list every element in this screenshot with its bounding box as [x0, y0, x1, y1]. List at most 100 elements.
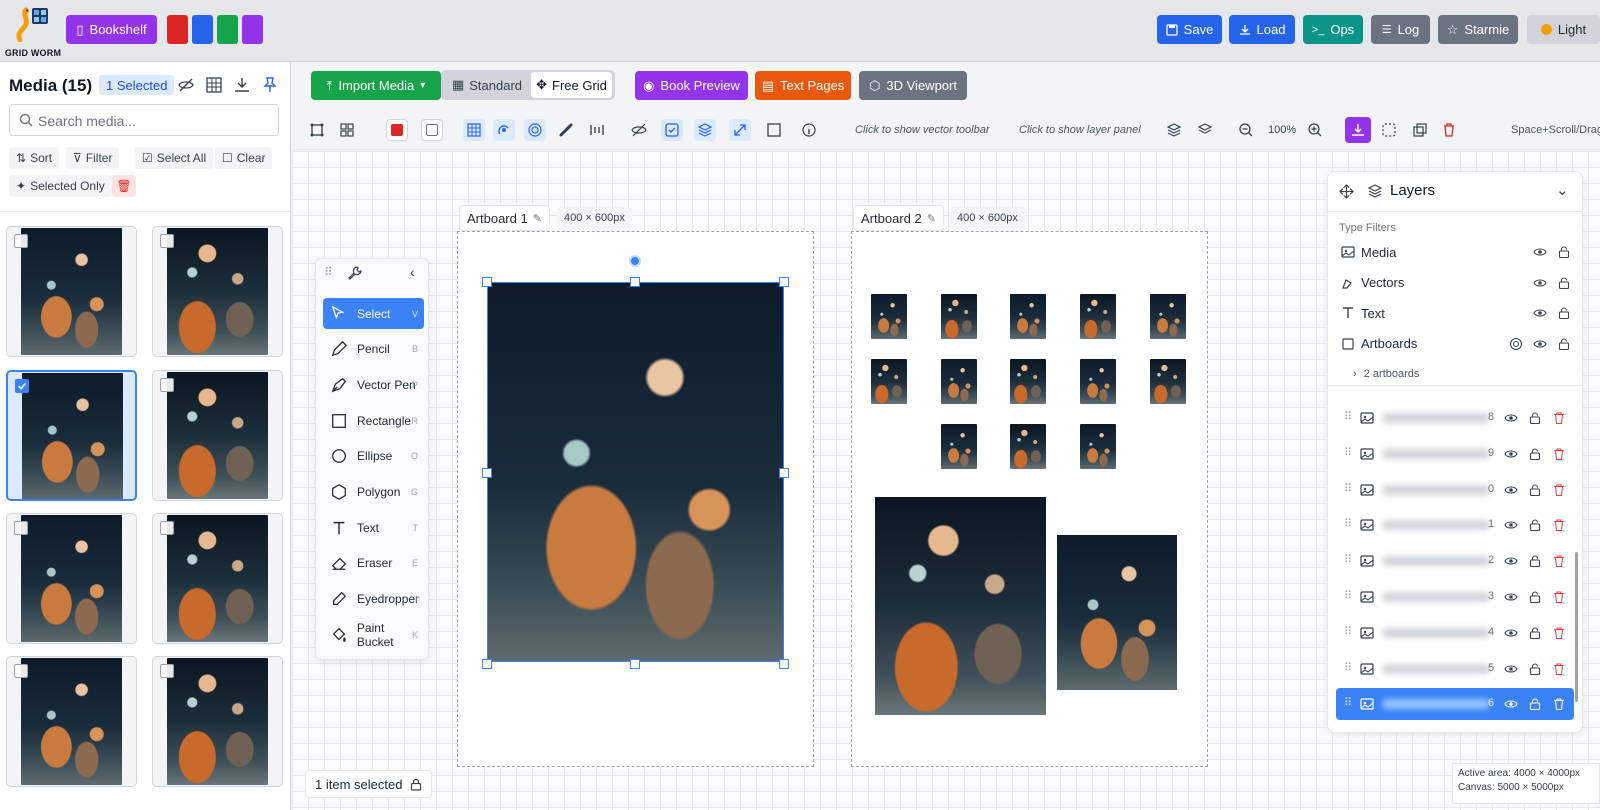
drag-handle-icon[interactable]: ⠿ [1344, 696, 1358, 710]
stroke-color-icon[interactable] [386, 119, 408, 141]
starmie-button[interactable]: ☆ Starmie [1438, 15, 1518, 44]
media-thumbnail[interactable] [152, 226, 283, 357]
trash-icon[interactable] [1552, 518, 1566, 532]
lock-icon[interactable] [1557, 306, 1571, 320]
expand-icon[interactable] [729, 119, 751, 141]
thumbnail-checkbox[interactable] [14, 521, 28, 535]
eye-icon[interactable] [1504, 554, 1518, 568]
resize-handle[interactable] [779, 468, 789, 478]
resize-handle[interactable] [482, 277, 492, 287]
layers-toggle-icon[interactable] [694, 119, 716, 141]
3d-viewport-button[interactable]: ⬡ 3D Viewport [859, 71, 967, 100]
standard-mode-button[interactable]: ▦ Standard [445, 72, 529, 98]
vector-toolbar-hint[interactable]: Click to show vector toolbar [855, 124, 990, 136]
pin-icon[interactable] [261, 76, 279, 94]
media-thumbnail[interactable] [6, 656, 137, 787]
eye-icon[interactable] [1533, 245, 1547, 259]
grid-toggle-icon[interactable] [463, 119, 485, 141]
align-icon[interactable] [586, 119, 608, 141]
type-filter-media[interactable]: Media [1328, 238, 1582, 266]
lock-icon[interactable] [1557, 245, 1571, 259]
artboard-2-image-medium[interactable] [1057, 535, 1177, 690]
tool-polygon[interactable]: Polygon G [323, 477, 424, 508]
info-icon[interactable] [798, 119, 820, 141]
layer-row[interactable]: ⠿ 0 [1336, 474, 1574, 506]
layer-row[interactable]: ⠿ 4 [1336, 617, 1574, 649]
drag-handle-icon[interactable]: ⠿ [1344, 625, 1358, 639]
layer-stack-alt-icon[interactable] [1194, 119, 1216, 141]
resize-handle[interactable] [482, 659, 492, 669]
artboard-2-thumbnail[interactable] [941, 359, 977, 404]
drag-handle-icon[interactable]: ⠿ [1344, 661, 1358, 675]
artboard-2-thumbnail[interactable] [871, 294, 907, 339]
eye-icon[interactable] [1504, 697, 1518, 711]
drag-handle-icon[interactable]: ⠿ [1344, 553, 1358, 567]
tool-select[interactable]: Select V [323, 298, 424, 329]
delete-icon[interactable] [1438, 119, 1460, 141]
layout-grid-icon[interactable] [336, 119, 358, 141]
text-pages-button[interactable]: ▤ Text Pages [755, 71, 851, 100]
eye-icon[interactable] [1504, 411, 1518, 425]
eye-icon[interactable] [1533, 306, 1547, 320]
trash-icon[interactable] [1552, 483, 1566, 497]
layer-row[interactable]: ⠿ 9 [1336, 438, 1574, 470]
snap-icon[interactable] [493, 119, 515, 141]
target-icon[interactable] [1509, 337, 1523, 351]
lock-icon[interactable] [1528, 411, 1542, 425]
lock-icon[interactable] [1557, 337, 1571, 351]
artboards-expander[interactable]: › 2 artboards [1353, 368, 1419, 380]
load-button[interactable]: Load [1229, 15, 1295, 44]
select-check-icon[interactable] [661, 119, 683, 141]
drag-handle-icon[interactable]: ⠿ [1344, 446, 1358, 460]
trash-icon[interactable] [1552, 447, 1566, 461]
selected-only-button[interactable]: ✦ Selected Only [9, 175, 112, 197]
layer-row[interactable]: ⠿ 5 [1336, 653, 1574, 685]
tool-text[interactable]: Text T [323, 512, 424, 543]
thumbnail-checkbox[interactable] [15, 379, 29, 393]
save-button[interactable]: Save [1157, 15, 1222, 44]
edit-icon[interactable]: ✎ [927, 212, 936, 225]
thumbnail-checkbox[interactable] [14, 234, 28, 248]
tool-eyedropper[interactable]: Eyedropper I [323, 584, 424, 615]
lock-icon[interactable] [1557, 276, 1571, 290]
lock-icon[interactable] [1528, 447, 1542, 461]
visibility-off-icon[interactable] [628, 119, 650, 141]
layer-row[interactable]: ⠿ 8 [1336, 402, 1574, 434]
move-icon[interactable] [1339, 184, 1354, 199]
eye-icon[interactable] [1504, 447, 1518, 461]
drag-handle-icon[interactable]: ⠿ [1344, 410, 1358, 424]
artboard-2-thumbnail[interactable] [1010, 424, 1046, 469]
artboard-2-thumbnail[interactable] [1010, 359, 1046, 404]
artboard-2-image-large[interactable] [875, 497, 1046, 715]
eye-icon[interactable] [1504, 518, 1518, 532]
wrench-icon[interactable] [347, 265, 363, 281]
fit-icon[interactable] [306, 119, 328, 141]
swatch-purple[interactable] [242, 15, 263, 44]
bookshelf-button[interactable]: ▯ Bookshelf [66, 15, 157, 44]
trash-icon[interactable] [1552, 662, 1566, 676]
layer-panel-hint[interactable]: Click to show layer panel [1019, 124, 1141, 136]
artboard-2-thumbnail[interactable] [1080, 359, 1116, 404]
rotate-handle-icon[interactable] [629, 255, 641, 267]
sort-button[interactable]: ⇅ Sort [9, 147, 60, 169]
thumbnail-checkbox[interactable] [160, 521, 174, 535]
collapse-icon[interactable]: ‹ [410, 264, 415, 280]
theme-toggle[interactable]: Light [1527, 15, 1600, 44]
tool-eraser[interactable]: Eraser E [323, 548, 424, 579]
artboard-2-label[interactable]: Artboard 2 ✎ [853, 205, 944, 231]
zoom-in-icon[interactable] [1304, 119, 1326, 141]
selected-image[interactable] [487, 282, 784, 662]
trash-icon[interactable] [1552, 697, 1566, 711]
layer-row[interactable]: ⠿ 3 [1336, 581, 1574, 613]
chevron-down-icon[interactable]: ⌄ [1556, 181, 1569, 199]
swatch-green[interactable] [217, 15, 238, 44]
drag-handle-icon[interactable]: ⠿ [324, 265, 333, 279]
grid-icon[interactable] [205, 76, 223, 94]
media-thumbnail[interactable] [152, 513, 283, 644]
export-icon[interactable] [1345, 117, 1371, 143]
media-thumbnail[interactable] [6, 513, 137, 644]
artboard-2-thumbnail[interactable] [1150, 294, 1186, 339]
trash-icon[interactable] [1552, 590, 1566, 604]
artboard-2-thumbnail[interactable] [941, 424, 977, 469]
resize-handle[interactable] [630, 277, 640, 287]
